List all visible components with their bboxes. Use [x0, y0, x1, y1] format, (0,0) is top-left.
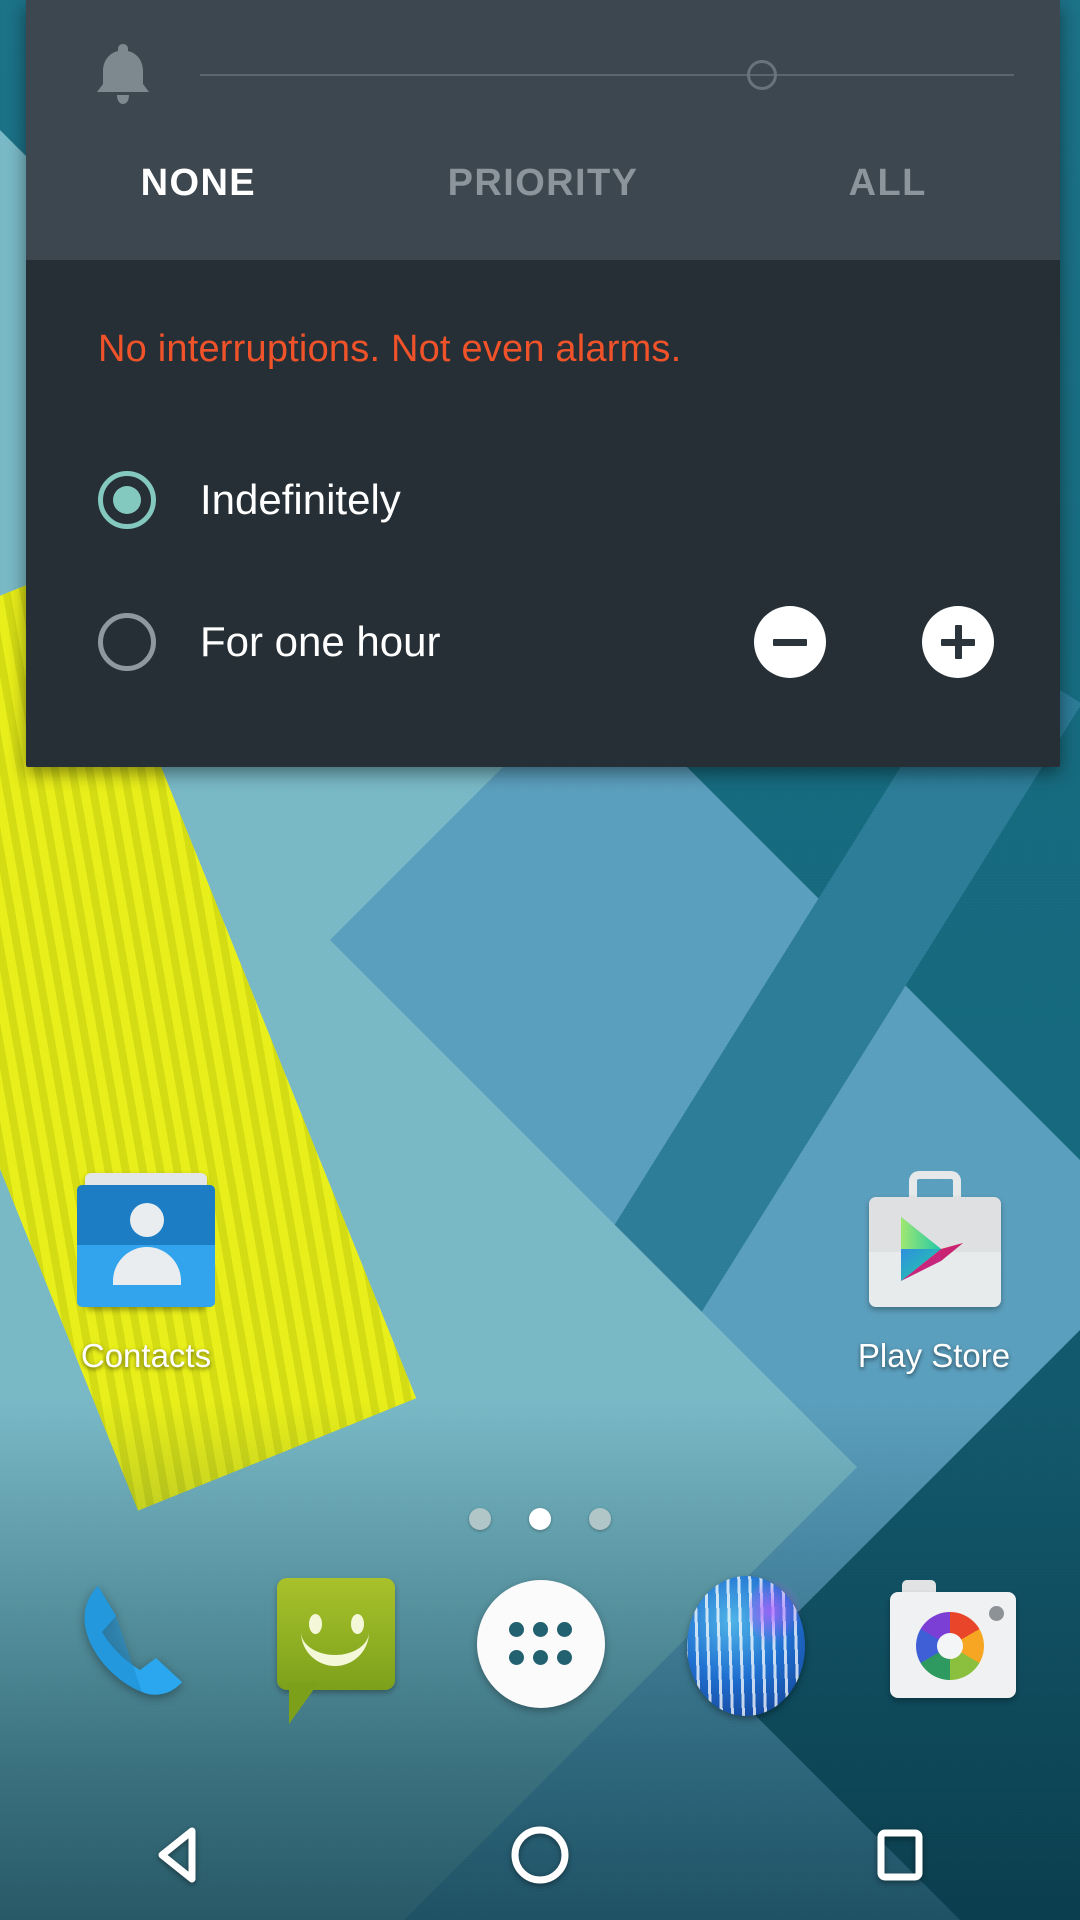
page-dot[interactable] — [469, 1508, 491, 1530]
page-indicator — [0, 1508, 1080, 1530]
slider-thumb[interactable] — [746, 60, 777, 90]
interruptions-panel: NONE PRIORITY ALL No interruptions. Not … — [26, 0, 1060, 767]
volume-row — [26, 0, 1060, 150]
slider-track — [200, 74, 1014, 76]
dock — [0, 1570, 1080, 1724]
app-drawer-icon[interactable] — [465, 1570, 615, 1720]
navigation-bar — [0, 1790, 1080, 1920]
interruption-warning-text: No interruptions. Not even alarms. — [98, 328, 682, 370]
increase-duration-button[interactable] — [922, 606, 994, 678]
recents-square-icon[interactable] — [840, 1795, 960, 1915]
camera-icon[interactable] — [878, 1570, 1028, 1720]
interruption-tabs: NONE PRIORITY ALL — [26, 150, 1060, 260]
app-grid: Contacts Play Store — [0, 1165, 1080, 1375]
tab-none[interactable]: NONE — [26, 150, 371, 205]
volume-slider[interactable] — [200, 55, 1014, 95]
page-dot[interactable] — [589, 1508, 611, 1530]
panel-body: No interruptions. Not even alarms. Indef… — [26, 260, 1060, 767]
home-circle-icon[interactable] — [480, 1795, 600, 1915]
contacts-icon — [71, 1165, 221, 1315]
messaging-icon[interactable] — [259, 1570, 409, 1724]
tab-priority[interactable]: PRIORITY — [371, 150, 716, 205]
bell-icon — [86, 38, 160, 112]
phone-icon[interactable] — [52, 1570, 202, 1720]
app-label: Contacts — [80, 1337, 212, 1374]
android-screen: Contacts Play Store NONE PRIORITY ALL No… — [0, 0, 1080, 1920]
option-row-for-one-hour[interactable]: For one hour — [26, 571, 1060, 713]
app-play-store[interactable]: Play Store — [824, 1165, 1044, 1375]
app-label: Play Store — [857, 1337, 1011, 1374]
tab-all[interactable]: ALL — [715, 150, 1060, 205]
decrease-duration-button[interactable] — [754, 606, 826, 678]
radio-indefinitely[interactable] — [98, 471, 156, 529]
app-contacts[interactable]: Contacts — [36, 1165, 256, 1375]
option-label: Indefinitely — [200, 476, 401, 523]
browser-icon[interactable] — [671, 1570, 821, 1720]
play-store-icon — [859, 1165, 1009, 1315]
panel-header: NONE PRIORITY ALL — [26, 0, 1060, 260]
option-label: For one hour — [200, 618, 441, 665]
radio-for-one-hour[interactable] — [98, 613, 156, 671]
option-row-indefinitely[interactable]: Indefinitely — [26, 429, 1060, 571]
back-triangle-icon[interactable] — [120, 1795, 240, 1915]
page-dot-active[interactable] — [529, 1508, 551, 1530]
